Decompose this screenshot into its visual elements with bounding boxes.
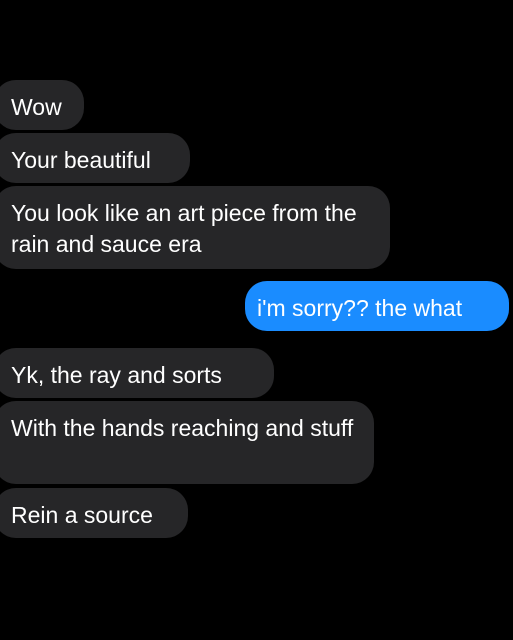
message-bubble-incoming[interactable]: Yk, the ray and sorts: [0, 348, 274, 398]
message-bubble-incoming[interactable]: You look like an art piece from the rain…: [0, 186, 390, 269]
message-text: Yk, the ray and sorts: [11, 362, 222, 388]
message-bubble-incoming[interactable]: With the hands reaching and stuff: [0, 401, 374, 484]
message-text: i'm sorry?? the what: [257, 295, 463, 321]
message-text: Wow: [11, 94, 62, 120]
message-text: You look like an art piece from the rain…: [11, 200, 357, 257]
message-text: Rein a source: [11, 502, 153, 528]
message-bubble-incoming[interactable]: Your beautiful: [0, 133, 190, 183]
message-bubble-incoming[interactable]: Rein a source: [0, 488, 188, 538]
message-text: With the hands reaching and stuff: [11, 415, 354, 441]
message-bubble-incoming[interactable]: Wow: [0, 80, 84, 130]
message-thread: Wow Your beautiful You look like an art …: [0, 0, 513, 640]
message-bubble-outgoing[interactable]: i'm sorry?? the what: [245, 281, 509, 331]
message-text: Your beautiful: [11, 147, 151, 173]
